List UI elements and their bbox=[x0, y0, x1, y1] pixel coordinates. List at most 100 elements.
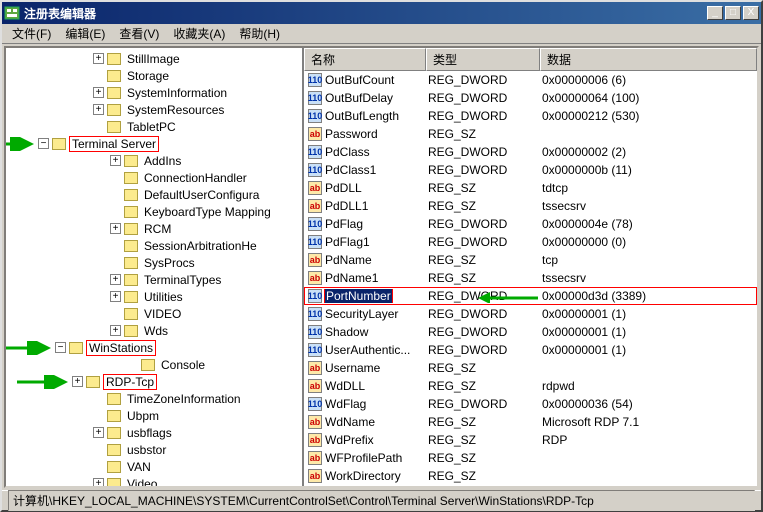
tree-node[interactable]: Storage bbox=[8, 67, 300, 84]
registry-value-row[interactable]: 110OutBufLengthREG_DWORD0x00000212 (530) bbox=[304, 107, 757, 125]
tree-node[interactable]: Console bbox=[8, 356, 300, 373]
tree-node-label[interactable]: Ubpm bbox=[125, 409, 161, 423]
tree-node[interactable]: + AddIns bbox=[8, 152, 300, 169]
tree-node[interactable]: − WinStations bbox=[8, 339, 300, 356]
expander-icon[interactable]: + bbox=[110, 291, 121, 302]
tree-node-label[interactable]: RCM bbox=[142, 222, 173, 236]
tree-node[interactable]: + RCM bbox=[8, 220, 300, 237]
tree-node-label[interactable]: TabletPC bbox=[125, 120, 178, 134]
tree-node-label[interactable]: SessionArbitrationHe bbox=[142, 239, 259, 253]
expander-icon[interactable]: + bbox=[110, 155, 121, 166]
expander-icon[interactable]: + bbox=[93, 87, 104, 98]
expander-icon[interactable]: + bbox=[93, 427, 104, 438]
tree-node-label[interactable]: usbflags bbox=[125, 426, 174, 440]
tree-node[interactable]: + RDP-Tcp bbox=[8, 373, 300, 390]
expander-icon[interactable]: + bbox=[93, 104, 104, 115]
registry-value-row[interactable]: abPdNameREG_SZtcp bbox=[304, 251, 757, 269]
tree-node[interactable]: − Terminal Server bbox=[8, 135, 300, 152]
expander-icon[interactable]: − bbox=[55, 342, 66, 353]
registry-value-row[interactable]: abWorkDirectoryREG_SZ bbox=[304, 467, 757, 485]
registry-value-row[interactable]: abPdDLL1REG_SZtssecsrv bbox=[304, 197, 757, 215]
registry-value-row[interactable]: 110PortNumberREG_DWORD0x00000d3d (3389) bbox=[304, 287, 757, 305]
expander-icon[interactable]: + bbox=[93, 478, 104, 486]
tree-node[interactable]: + Utilities bbox=[8, 288, 300, 305]
tree-node-label[interactable]: SysProcs bbox=[142, 256, 197, 270]
col-header-type[interactable]: 类型 bbox=[426, 48, 540, 71]
registry-value-row[interactable]: abPasswordREG_SZ bbox=[304, 125, 757, 143]
registry-value-row[interactable]: 110OutBufCountREG_DWORD0x00000006 (6) bbox=[304, 71, 757, 89]
expander-icon[interactable]: − bbox=[38, 138, 49, 149]
expander-icon[interactable]: + bbox=[93, 53, 104, 64]
tree-node-label[interactable]: ConnectionHandler bbox=[142, 171, 249, 185]
tree-node[interactable]: + usbflags bbox=[8, 424, 300, 441]
tree-node-label[interactable]: AddIns bbox=[142, 154, 183, 168]
tree-node-label[interactable]: KeyboardType Mapping bbox=[142, 205, 273, 219]
tree-node[interactable]: KeyboardType Mapping bbox=[8, 203, 300, 220]
registry-value-row[interactable]: 110PdClass1REG_DWORD0x0000000b (11) bbox=[304, 161, 757, 179]
tree-node[interactable]: + TerminalTypes bbox=[8, 271, 300, 288]
registry-value-row[interactable]: 110PdClassREG_DWORD0x00000002 (2) bbox=[304, 143, 757, 161]
registry-value-row[interactable]: 110UserAuthentic...REG_DWORD0x00000001 (… bbox=[304, 341, 757, 359]
registry-value-row[interactable]: 110PdFlag1REG_DWORD0x00000000 (0) bbox=[304, 233, 757, 251]
registry-value-row[interactable]: abPdName1REG_SZtssecsrv bbox=[304, 269, 757, 287]
tree-node-label[interactable]: SystemInformation bbox=[125, 86, 229, 100]
registry-value-row[interactable]: 110PdFlagREG_DWORD0x0000004e (78) bbox=[304, 215, 757, 233]
tree-node-label[interactable]: Utilities bbox=[142, 290, 185, 304]
close-button[interactable]: X bbox=[743, 6, 759, 20]
tree-node[interactable]: ConnectionHandler bbox=[8, 169, 300, 186]
tree-node[interactable]: usbstor bbox=[8, 441, 300, 458]
registry-value-row[interactable]: abWFProfilePathREG_SZ bbox=[304, 449, 757, 467]
tree-node[interactable]: TabletPC bbox=[8, 118, 300, 135]
tree-node-label[interactable]: TimeZoneInformation bbox=[125, 392, 243, 406]
tree-node-label[interactable]: WinStations bbox=[87, 341, 155, 355]
tree-node[interactable]: SessionArbitrationHe bbox=[8, 237, 300, 254]
tree-node-label[interactable]: SystemResources bbox=[125, 103, 226, 117]
registry-value-row[interactable]: abUsernameREG_SZ bbox=[304, 359, 757, 377]
col-header-name[interactable]: 名称 bbox=[304, 48, 426, 71]
expander-icon[interactable]: + bbox=[110, 325, 121, 336]
expander-icon[interactable]: + bbox=[72, 376, 83, 387]
maximize-button[interactable]: □ bbox=[725, 6, 741, 20]
registry-value-row[interactable]: 110SecurityLayerREG_DWORD0x00000001 (1) bbox=[304, 305, 757, 323]
menu-item-2[interactable]: 查看(V) bbox=[113, 23, 165, 44]
tree-node-label[interactable]: Wds bbox=[142, 324, 170, 338]
tree-node-label[interactable]: usbstor bbox=[125, 443, 168, 457]
tree-node[interactable]: DefaultUserConfigura bbox=[8, 186, 300, 203]
minimize-button[interactable]: _ bbox=[707, 6, 723, 20]
col-header-data[interactable]: 数据 bbox=[540, 48, 757, 71]
tree-node-label[interactable]: Video bbox=[125, 477, 159, 487]
tree-node-label[interactable]: TerminalTypes bbox=[142, 273, 223, 287]
tree-pane[interactable]: + StillImage Storage + SystemInformation + Sys… bbox=[6, 48, 304, 486]
registry-value-row[interactable]: abPdDLLREG_SZtdtcp bbox=[304, 179, 757, 197]
tree-node[interactable]: SysProcs bbox=[8, 254, 300, 271]
tree-node[interactable]: VAN bbox=[8, 458, 300, 475]
tree-node[interactable]: TimeZoneInformation bbox=[8, 390, 300, 407]
registry-value-row[interactable]: abWdDLLREG_SZrdpwd bbox=[304, 377, 757, 395]
tree-node[interactable]: + SystemInformation bbox=[8, 84, 300, 101]
registry-value-row[interactable]: 110OutBufDelayREG_DWORD0x00000064 (100) bbox=[304, 89, 757, 107]
expander-icon[interactable]: + bbox=[110, 223, 121, 234]
tree-node-label[interactable]: DefaultUserConfigura bbox=[142, 188, 261, 202]
tree-node[interactable]: VIDEO bbox=[8, 305, 300, 322]
expander-icon[interactable]: + bbox=[110, 274, 121, 285]
tree-node-label[interactable]: VAN bbox=[125, 460, 153, 474]
titlebar[interactable]: 注册表编辑器 _ □ X bbox=[2, 2, 761, 24]
registry-value-row[interactable]: 110ShadowREG_DWORD0x00000001 (1) bbox=[304, 323, 757, 341]
tree-node-label[interactable]: Terminal Server bbox=[70, 137, 158, 151]
tree-node-label[interactable]: RDP-Tcp bbox=[104, 375, 156, 389]
tree-node[interactable]: + Wds bbox=[8, 322, 300, 339]
menu-item-1[interactable]: 编辑(E) bbox=[59, 23, 111, 44]
tree-node-label[interactable]: Console bbox=[159, 358, 207, 372]
tree-node[interactable]: + SystemResources bbox=[8, 101, 300, 118]
registry-value-row[interactable]: abWdNameREG_SZMicrosoft RDP 7.1 bbox=[304, 413, 757, 431]
registry-value-row[interactable]: abWdPrefixREG_SZRDP bbox=[304, 431, 757, 449]
tree-node[interactable]: Ubpm bbox=[8, 407, 300, 424]
tree-node-label[interactable]: StillImage bbox=[125, 52, 182, 66]
tree-node[interactable]: + StillImage bbox=[8, 50, 300, 67]
list-body[interactable]: 110OutBufCountREG_DWORD0x00000006 (6)110… bbox=[304, 71, 757, 486]
registry-value-row[interactable]: 110WdFlagREG_DWORD0x00000036 (54) bbox=[304, 395, 757, 413]
tree-node-label[interactable]: VIDEO bbox=[142, 307, 183, 321]
tree-node[interactable]: + Video bbox=[8, 475, 300, 486]
tree-node-label[interactable]: Storage bbox=[125, 69, 171, 83]
menu-item-4[interactable]: 帮助(H) bbox=[233, 23, 286, 44]
